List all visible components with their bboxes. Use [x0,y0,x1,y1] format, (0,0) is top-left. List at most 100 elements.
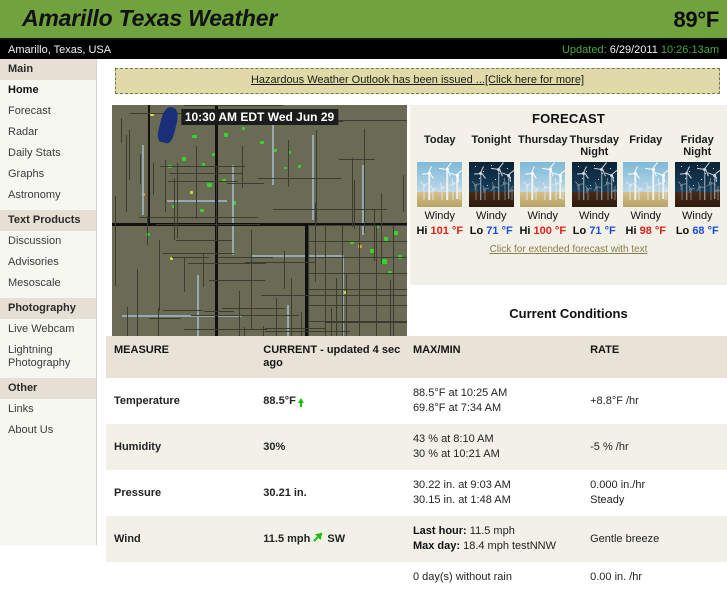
wind-turbine-icon [468,162,514,207]
radar-county-line [156,224,260,225]
radar-county-line [284,251,285,289]
sidebar-section-text-products: Text Products [0,210,96,231]
radar-county-line [265,331,350,332]
min-value: 30 % at 10:21 AM [412,448,500,460]
hazardous-weather-alert-link[interactable]: Hazardous Weather Outlook has been issue… [251,74,584,86]
sidebar-item-graphs[interactable]: Graphs [0,164,96,185]
table-row: 0 day(s) without rain 0.00 in. /hr [106,562,727,593]
radar-county-line [163,310,203,311]
turbine-blade [457,174,460,182]
extended-forecast-link[interactable]: Click for extended forecast with text [490,244,648,255]
radar-county-line [204,311,234,312]
radar-precipitation-echo [260,141,264,144]
radar-county-line [308,241,407,242]
wind-turbine-icon [571,162,617,207]
radar-precipitation-echo [190,191,193,194]
turbine [422,166,435,200]
turbine [656,169,669,199]
icon-star [680,166,682,167]
radar-precipitation-echo [394,231,398,235]
forecast-temp-label: Lo [469,225,487,237]
turbine [473,166,486,200]
current-value-text: 30.21 in. [263,486,307,499]
forecast-condition: Windy [527,210,559,222]
forecast-condition: Windy [578,210,610,222]
forecast-temperature: Lo 71 °F [467,225,517,237]
forecast-heading: FORECAST [531,111,606,126]
sidebar-section-main: Main [0,59,96,80]
turbine [576,166,589,200]
wind-direction: SW [327,532,346,545]
forecast-temp-unit: °F [448,225,464,237]
turbine-blade [536,188,541,190]
radar-map-image[interactable]: 10:30 AM EDT Wed Jun 29 [112,105,407,371]
forecast-temp-unit: °F [498,225,513,237]
rate-primary: -5 % /hr [590,440,629,453]
sidebar-item-forecast[interactable]: Forecast [0,101,96,122]
forecast-temperature: Lo 71 °F [570,225,620,237]
forecast-temperature: Hi 100 °F [518,225,568,237]
sidebar-item-home[interactable]: Home [0,80,96,101]
sidebar-item-discussion[interactable]: Discussion [0,231,96,252]
wind-turbine-icon [520,162,566,207]
radar-county-line [169,173,243,174]
turbine [628,166,641,200]
cell-measure: Humidity [106,424,256,470]
updated-label: Updated: [561,44,607,56]
rate-primary: 0.00 in. /hr [590,571,643,583]
forecast-temp-unit: °F [651,225,667,237]
current-value-text: 88.5°F [263,394,296,407]
radar-river [167,200,227,202]
turbine-mast [498,168,500,200]
radar-county-line [129,130,130,180]
sidebar-item-mesoscale[interactable]: Mesoscale [0,273,96,294]
turbine [604,169,617,199]
cell-current-value: 11.5 mph SW [255,516,405,562]
sidebar-item-about-us[interactable]: About Us [0,420,96,441]
radar-county-line [203,253,204,287]
radar-county-line [217,257,273,258]
hazardous-weather-alert[interactable]: Hazardous Weather Outlook has been issue… [115,68,720,94]
updated-date: 6/29/2011 [609,44,658,56]
forecast-period-list: Today Windy Hi 101 °F Tonight Windy Lo 71 °F T… [410,134,727,237]
icon-star [506,168,508,169]
sidebar-item-links[interactable]: Links [0,399,96,420]
radar-timestamp: 10:30 AM EDT Wed Jun 29 [180,109,339,125]
cell-rate: 0.00 in. /hr [582,562,727,593]
sidebar-item-lightning-photography[interactable]: Lightning Photography [0,340,96,374]
forecast-period: Today Windy Hi 101 °F [414,134,466,237]
icon-star [486,185,488,186]
radar-precipitation-echo [207,183,212,187]
sidebar-item-advisories[interactable]: Advisories [0,252,96,273]
radar-county-line [222,308,285,309]
current-value-text: 11.5 mph [263,532,311,545]
forecast-period: Thursday Night Windy Lo 71 °F [569,134,621,237]
radar-river [142,145,144,215]
min-value: 30.15 in. at 1:48 AM [412,494,511,506]
radar-county-line [265,328,326,329]
wind-turbine-icon [417,162,463,207]
radar-county-line [381,193,382,264]
updated-time: 10:26:13am [660,44,719,56]
turbine [696,162,710,200]
current-conditions-table: MEASURE CURRENT - updated 4 sec ago MAX/… [106,336,727,593]
radar-precipitation-echo [274,149,277,152]
radar-county-line [403,175,404,212]
forecast-temp-value: 100 [533,225,552,237]
radar-precipitation-echo [382,259,387,264]
sidebar-item-astronomy[interactable]: Astronomy [0,185,96,206]
table-row: Humidity 30% 43 % at 8:10 AM 30 % at 10:21 … [106,424,727,470]
cell-max-min: 0 day(s) without rain [405,562,582,593]
rate-primary: +8.8°F /hr [590,394,639,407]
sidebar-item-radar[interactable]: Radar [0,122,96,143]
radar-water-body [155,105,181,145]
min-value: 69.8°F at 7:34 AM [412,402,502,414]
sidebar-item-live-webcam[interactable]: Live Webcam [0,319,96,340]
forecast-period: Thursday Windy Hi 100 °F [517,134,569,237]
turbine [679,166,692,200]
table-row: Pressure 30.21 in. 30.22 in. at 9:03 AM 30.… [106,470,727,516]
sidebar-item-daily-stats[interactable]: Daily Stats [0,143,96,164]
turbine-blade [690,188,695,190]
turbine-mast [686,172,688,200]
turbine [490,162,504,200]
